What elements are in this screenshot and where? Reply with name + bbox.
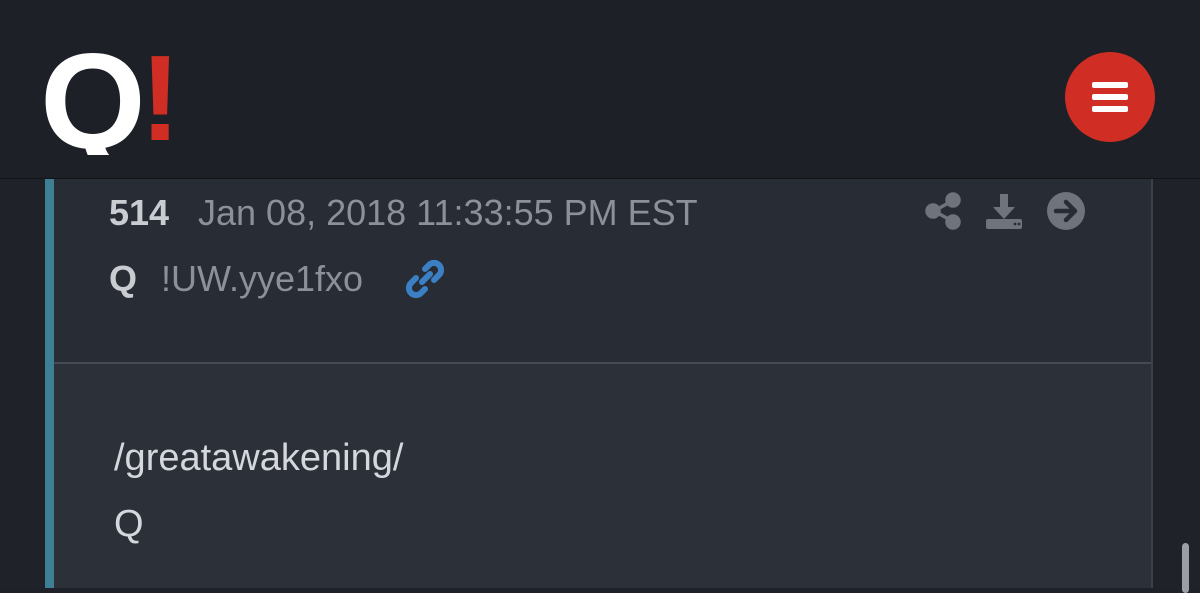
- post-body-line: Q: [114, 503, 144, 545]
- arrow-right-circle-icon[interactable]: [1046, 191, 1086, 231]
- post-author: Q: [109, 258, 138, 299]
- logo-mark: !: [140, 40, 181, 155]
- q-logo[interactable]: Q !: [40, 25, 190, 177]
- app-header: Q !: [0, 0, 1200, 179]
- post-header: 514 Jan 08, 2018 11:33:55 PM EST Q !UW.y…: [54, 179, 1151, 364]
- download-icon[interactable]: [984, 191, 1024, 231]
- scrollbar-thumb[interactable]: [1182, 543, 1189, 593]
- menu-button[interactable]: [1065, 52, 1155, 142]
- logo-letter: Q: [40, 40, 146, 155]
- share-icon[interactable]: [924, 191, 964, 231]
- post-date: Jan 08, 2018 11:33:55 PM EST: [198, 192, 698, 233]
- post-number: 514: [109, 192, 170, 233]
- post-body: /greatawakening/ Q: [54, 364, 1151, 588]
- post-tripcode: !UW.yye1fxo: [161, 258, 364, 299]
- link-icon[interactable]: [404, 258, 446, 300]
- hamburger-icon: [1092, 82, 1128, 88]
- post-body-line: /greatawakening/: [114, 437, 404, 479]
- post-list: 514 Jan 08, 2018 11:33:55 PM EST Q !UW.y…: [0, 179, 1200, 588]
- post-card: 514 Jan 08, 2018 11:33:55 PM EST Q !UW.y…: [45, 179, 1153, 588]
